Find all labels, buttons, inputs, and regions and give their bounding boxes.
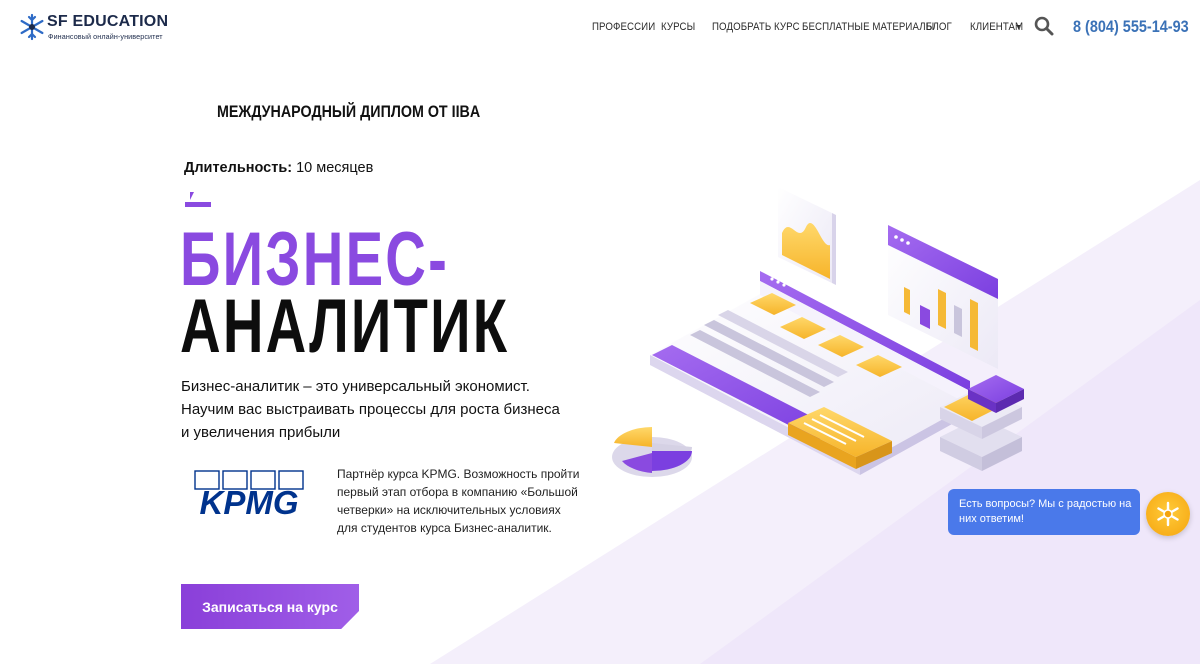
- logo[interactable]: SF EDUCATION Финансовый онлайн-университ…: [18, 12, 168, 44]
- diploma-badge: МЕЖДУНАРОДНЫЙ ДИПЛОМ ОТ IIBA: [217, 102, 481, 121]
- site-header: SF EDUCATION Финансовый онлайн-университ…: [0, 0, 1200, 56]
- logo-name: SF EDUCATION: [47, 13, 169, 30]
- duration-value: 10 месяцев: [296, 160, 374, 176]
- nav-item-free-materials[interactable]: БЕСПЛАТНЫЕ МАТЕРИАЛЫ: [802, 21, 934, 33]
- hero-illustration: [612, 187, 1024, 477]
- kpmg-logo: KPMG: [194, 470, 304, 518]
- partner-text-line: Партнёр курса KPMG. Возможность пройти: [337, 467, 580, 481]
- course-duration: Длительность: 10 месяцев: [184, 160, 373, 176]
- duration-label: Длительность:: [184, 160, 293, 176]
- chat-message-bubble[interactable]: Есть вопросы? Мы с радостью на них ответ…: [948, 489, 1140, 535]
- search-icon[interactable]: [1034, 16, 1054, 36]
- nav-item-professions[interactable]: ПРОФЕССИИ: [592, 21, 655, 33]
- nav-item-courses[interactable]: КУРСЫ: [661, 21, 695, 33]
- partner-description: Партнёр курса KPMG. Возможность пройти п…: [337, 465, 582, 537]
- wave-chart-card: [778, 187, 836, 285]
- description-line: Научим вас выстраивать процессы для рост…: [181, 401, 560, 418]
- decorative-arrow-icon: [185, 192, 211, 207]
- phone-link[interactable]: 8 (804) 555-14-93: [1073, 17, 1189, 37]
- chat-message-line: Есть вопросы? Мы с радостью на: [959, 498, 1132, 510]
- nav-item-blog[interactable]: БЛОГ: [926, 21, 952, 33]
- logo-tagline: Финансовый онлайн-университет: [48, 32, 163, 41]
- caret-down-icon: ▼: [1015, 24, 1022, 31]
- logo-snowflake-icon: [20, 13, 44, 41]
- course-description: Бизнес-аналитик – это универсальный экон…: [181, 375, 581, 444]
- page-title-line2: АНАЛИТИК: [180, 284, 510, 369]
- description-line: Бизнес-аналитик – это универсальный экон…: [181, 378, 530, 395]
- chat-open-button[interactable]: [1146, 492, 1190, 536]
- partner-text-line: для студентов курса Бизнес-аналитик.: [337, 521, 552, 535]
- partner-text-line: четверки» на исключительных условиях: [337, 503, 561, 517]
- description-line: и увеличения прибыли: [181, 424, 341, 441]
- nav-item-course-picker[interactable]: ПОДОБРАТЬ КУРС: [712, 21, 800, 33]
- chat-logo-icon: [1157, 501, 1179, 527]
- pie-chart-decoration: [612, 427, 692, 477]
- kpmg-logo-text: KPMG: [200, 484, 299, 518]
- partner-text-line: первый этап отбора в компанию «Большой: [337, 485, 578, 499]
- chat-message-line: них ответим!: [959, 513, 1024, 525]
- enroll-button[interactable]: Записаться на курс: [181, 584, 359, 629]
